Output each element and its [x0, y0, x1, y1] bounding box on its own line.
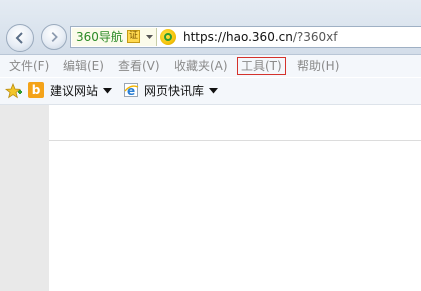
- menu-bar: 文件(F) 编辑(E) 查看(V) 收藏夹(A) 工具(T) 帮助(H): [0, 55, 421, 77]
- back-button[interactable]: [6, 24, 34, 52]
- side-panel: [0, 105, 49, 291]
- chevron-down-icon[interactable]: [103, 88, 112, 94]
- menu-view[interactable]: 查看(V): [118, 58, 160, 74]
- menu-edit[interactable]: 编辑(E): [63, 58, 104, 74]
- url-main: https://hao.360.cn: [183, 30, 293, 44]
- forward-button[interactable]: [41, 24, 67, 50]
- page-content: [49, 141, 421, 291]
- menu-tools[interactable]: 工具(T): [237, 57, 286, 75]
- add-favorites-star-icon[interactable]: [5, 83, 23, 99]
- forward-arrow-icon: [51, 32, 58, 42]
- bing-icon: b: [28, 82, 44, 98]
- menu-help[interactable]: 帮助(H): [297, 58, 339, 74]
- chevron-down-icon[interactable]: [209, 88, 218, 94]
- site-identity-tag[interactable]: 360导航 证: [72, 28, 157, 46]
- back-arrow-icon: [15, 32, 23, 44]
- menu-file[interactable]: 文件(F): [9, 58, 49, 74]
- url-text[interactable]: https://hao.360.cn/?360xf: [183, 30, 338, 44]
- bing-letter: b: [31, 83, 41, 97]
- 360-logo-icon: [160, 29, 176, 45]
- page-header-strip: [49, 105, 421, 141]
- favorite-suggested-sites[interactable]: 建议网站: [50, 83, 98, 99]
- menu-favorites[interactable]: 收藏夹(A): [174, 58, 228, 74]
- url-path: /?360xf: [292, 30, 338, 44]
- dropdown-arrow-icon: [146, 35, 153, 39]
- ie-icon: e: [124, 83, 139, 98]
- address-bar[interactable]: 360导航 证 https://hao.360.cn/?360xf: [70, 26, 421, 48]
- site-name: 360导航: [76, 30, 123, 44]
- favorite-web-slice-gallery[interactable]: 网页快讯库: [144, 83, 204, 99]
- navigation-bar: 360导航 证 https://hao.360.cn/?360xf: [0, 0, 421, 55]
- favorites-bar: b 建议网站 e 网页快讯库: [0, 78, 421, 105]
- certificate-icon: 证: [127, 30, 140, 43]
